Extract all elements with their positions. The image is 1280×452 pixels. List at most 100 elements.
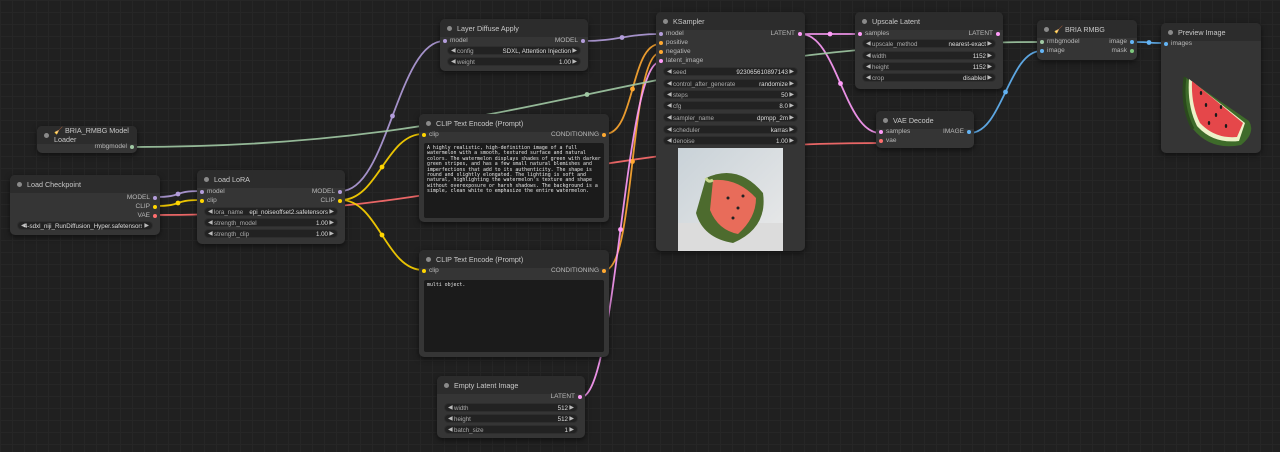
arrow-left-icon[interactable]: ◀ [448,415,453,422]
width-widget[interactable]: ◀ width 512 ▶ [444,403,578,412]
arrow-right-icon[interactable]: ▶ [789,102,794,109]
cfg-widget[interactable]: ◀ cfg 8.0 ▶ [663,101,798,110]
input-socket-clip[interactable] [422,133,426,137]
arrow-right-icon[interactable]: ▶ [144,222,149,229]
arrow-left-icon[interactable]: ◀ [866,52,871,59]
height-widget[interactable]: ◀ height 512 ▶ [444,414,578,423]
arrow-right-icon[interactable]: ▶ [987,63,992,70]
output-socket-conditioning[interactable] [602,133,606,137]
collapse-dot-icon[interactable] [426,120,431,126]
crop-widget[interactable]: ◀ crop disabled ▶ [862,73,996,82]
output-socket-clip[interactable] [338,199,342,203]
arrow-right-icon[interactable]: ▶ [987,74,992,81]
arrow-right-icon[interactable]: ▶ [569,426,574,433]
vae-decode-node[interactable]: VAE Decode samples IMAGE vae [876,111,974,148]
output-socket-mask[interactable] [1130,49,1134,53]
clip-text-encode-negative-node[interactable]: CLIP Text Encode (Prompt) clip CONDITIONI… [419,250,609,357]
input-socket-clip[interactable] [200,199,204,203]
bria-model-loader-node[interactable]: 🧹 BRIA_RMBG Model Loader rmbgmodel [37,126,137,153]
node-title-bar[interactable]: Load LoRA [197,170,345,188]
arrow-right-icon[interactable]: ▶ [987,52,992,59]
empty-latent-image-node[interactable]: Empty Latent Image LATENT ◀ width 512 ▶ ◀ he… [437,376,585,438]
output-socket-latent[interactable] [996,32,1000,36]
arrow-left-icon[interactable]: ◀ [866,63,871,70]
arrow-right-icon[interactable]: ▶ [789,126,794,133]
arrow-left-icon[interactable]: ◀ [667,102,672,109]
seed-widget[interactable]: ◀ seed 923065610897143 ▶ [663,67,798,76]
collapse-dot-icon[interactable] [447,25,452,31]
bria-rmbg-node[interactable]: 🧹 BRIA RMBG rmbgmodel image image mask [1037,20,1137,60]
output-socket-model[interactable] [338,190,342,194]
input-socket-model[interactable] [200,190,204,194]
control-after-generate-widget[interactable]: ◀ control_after_generate randomize ▶ [663,79,798,88]
arrow-right-icon[interactable]: ▶ [572,58,577,65]
arrow-right-icon[interactable]: ▶ [572,47,577,54]
arrow-right-icon[interactable]: ▶ [789,91,794,98]
input-socket-latent-image[interactable] [659,59,663,63]
output-socket-vae[interactable] [153,214,157,218]
arrow-right-icon[interactable]: ▶ [789,114,794,121]
prompt-textarea[interactable]: A highly realistic, high-definition imag… [424,143,604,218]
width-widget[interactable]: ◀ width 1152 ▶ [862,51,996,60]
arrow-left-icon[interactable]: ◀ [451,58,456,65]
arrow-right-icon[interactable]: ▶ [789,137,794,144]
input-socket-samples[interactable] [858,32,862,36]
arrow-left-icon[interactable]: ◀ [448,404,453,411]
arrow-right-icon[interactable]: ▶ [569,404,574,411]
output-socket-model[interactable] [153,196,157,200]
clip-text-encode-positive-node[interactable]: CLIP Text Encode (Prompt) clip CONDITIONI… [419,114,609,222]
prompt-textarea[interactable]: multi object. [424,280,604,352]
height-widget[interactable]: ◀ height 1152 ▶ [862,62,996,71]
input-socket-rmbgmodel[interactable] [1040,40,1044,44]
node-title-bar[interactable]: KSampler [656,12,805,30]
collapse-dot-icon[interactable] [862,18,867,24]
arrow-right-icon[interactable]: ▶ [569,415,574,422]
upscale-method-widget[interactable]: ◀ upscale_method nearest-exact ▶ [862,39,996,48]
node-title-bar[interactable]: 🧹 BRIA RMBG [1037,20,1137,38]
output-socket-image[interactable] [1130,40,1134,44]
arrow-left-icon[interactable]: ◀ [208,219,213,226]
arrow-left-icon[interactable]: ◀ [667,114,672,121]
load-checkpoint-node[interactable]: Load Checkpoint MODEL CLIP VAE ◀ 4-sdxl_n… [10,175,160,235]
ksampler-node[interactable]: KSampler model LATENT positive negative l… [656,12,805,251]
node-graph-canvas[interactable] [0,0,1280,452]
preview-image-node[interactable]: Preview Image images [1161,23,1261,153]
collapse-dot-icon[interactable] [663,18,668,24]
arrow-right-icon[interactable]: ▶ [789,80,794,87]
arrow-left-icon[interactable]: ◀ [451,47,456,54]
input-socket-model[interactable] [443,39,447,43]
output-socket-latent[interactable] [798,32,802,36]
upscale-latent-node[interactable]: Upscale Latent samples LATENT ◀ upscale_me… [855,12,1003,89]
node-title-bar[interactable]: Layer Diffuse Apply [440,19,588,37]
input-socket-model[interactable] [659,32,663,36]
weight-widget[interactable]: ◀ weight 1.00 ▶ [447,57,581,66]
input-socket-clip[interactable] [422,269,426,273]
input-socket-positive[interactable] [659,41,663,45]
output-socket-clip[interactable] [153,205,157,209]
arrow-left-icon[interactable]: ◀ [866,74,871,81]
input-socket-negative[interactable] [659,50,663,54]
arrow-left-icon[interactable]: ◀ [208,230,213,237]
output-socket-image[interactable] [967,130,971,134]
arrow-left-icon[interactable]: ◀ [667,137,672,144]
arrow-left-icon[interactable]: ◀ [448,426,453,433]
node-title-bar[interactable]: Load Checkpoint [10,175,160,193]
strength-clip-widget[interactable]: ◀ strength_clip 1.00 ▶ [204,229,338,238]
collapse-dot-icon[interactable] [17,181,22,187]
arrow-left-icon[interactable]: ◀ [667,68,672,75]
arrow-left-icon[interactable]: ◀ [667,91,672,98]
arrow-right-icon[interactable]: ▶ [329,219,334,226]
output-socket-model[interactable] [581,39,585,43]
layer-diffuse-apply-node[interactable]: Layer Diffuse Apply model MODEL ◀ config SD… [440,19,588,71]
denoise-widget[interactable]: ◀ denoise 1.00 ▶ [663,136,798,145]
input-socket-images[interactable] [1164,42,1168,46]
arrow-right-icon[interactable]: ▶ [789,68,794,75]
input-socket-vae[interactable] [879,139,883,143]
input-socket-samples[interactable] [879,130,883,134]
node-title-bar[interactable]: Upscale Latent [855,12,1003,30]
collapse-dot-icon[interactable] [1044,26,1049,32]
collapse-dot-icon[interactable] [1168,29,1173,35]
strength-model-widget[interactable]: ◀ strength_model 1.00 ▶ [204,218,338,227]
load-lora-node[interactable]: Load LoRA model MODEL clip CLIP ◀ lora_name… [197,170,345,244]
input-socket-image[interactable] [1040,49,1044,53]
